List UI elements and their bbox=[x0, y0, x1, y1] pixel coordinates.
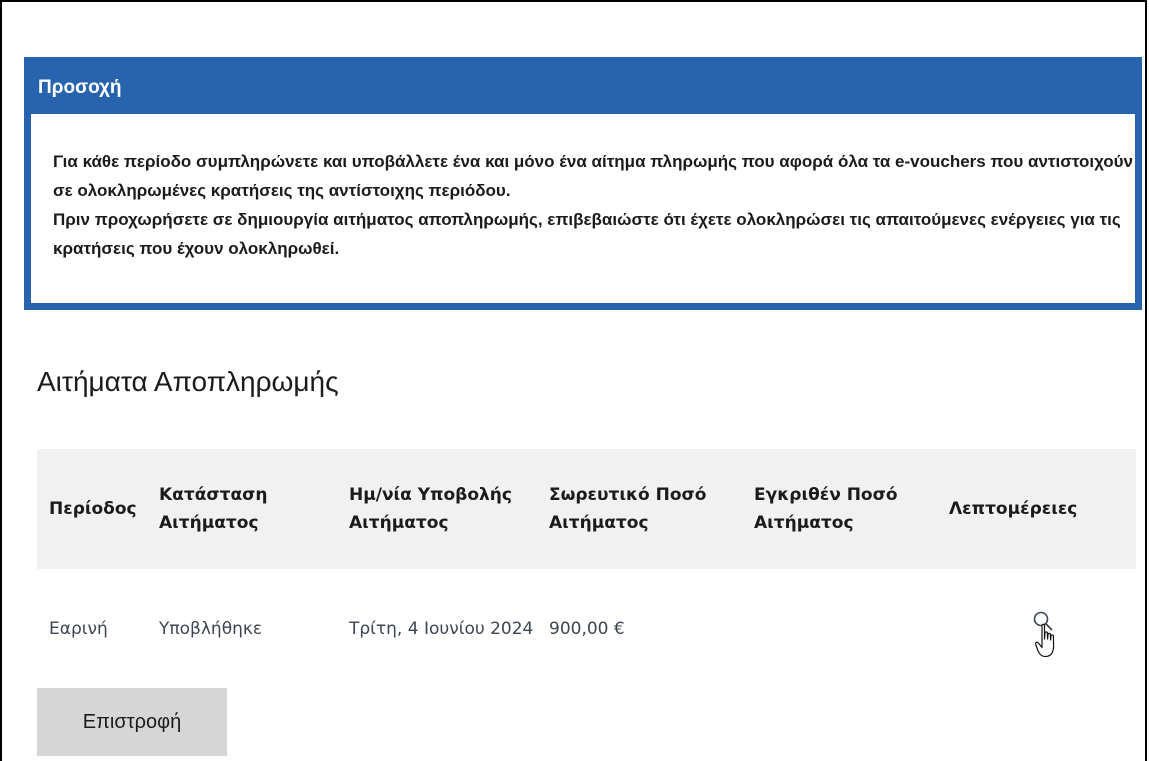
cell-submission-date: Τρίτη, 4 Ιουνίου 2024 bbox=[349, 619, 534, 639]
column-header-status: Κατάσταση Αιτήματος bbox=[159, 485, 268, 533]
cell-approved-amount bbox=[742, 569, 937, 689]
payment-requests-table: Περίοδος Κατάσταση Αιτήματος Ημ/νία Υποβ… bbox=[37, 449, 1136, 689]
column-header-submission-date: Ημ/νία Υποβολής Αιτήματος bbox=[349, 485, 512, 533]
notice-text-period: Για κάθε περίοδο συμπληρώνετε και υποβάλ… bbox=[53, 152, 1133, 200]
notice-text-requirements: Πριν προχωρήσετε σε δημιουργία αιτήματος… bbox=[53, 210, 1121, 258]
back-button[interactable]: Επιστροφή bbox=[37, 688, 227, 756]
column-header-approved-amount: Εγκριθέν Ποσό Αιτήματος bbox=[754, 485, 898, 533]
notice-title: Προσοχή bbox=[38, 77, 122, 98]
column-header-period: Περίοδος bbox=[49, 499, 137, 519]
cell-period: Εαρινή bbox=[49, 619, 108, 639]
column-header-cumulative-amount: Σωρευτικό Ποσό Αιτήματος bbox=[549, 485, 707, 533]
page-title: Αιτήματα Αποπληρωμής bbox=[37, 366, 339, 397]
table-header-row: Περίοδος Κατάσταση Αιτήματος Ημ/νία Υποβ… bbox=[37, 449, 1136, 569]
table-row: Εαρινή Υποβλήθηκε Τρίτη, 4 Ιουνίου 2024 … bbox=[37, 569, 1136, 689]
cell-status: Υποβλήθηκε bbox=[159, 619, 263, 639]
notice-body: Για κάθε περίοδο συμπληρώνετε και υποβάλ… bbox=[31, 114, 1135, 303]
hand-cursor-icon bbox=[1034, 622, 1060, 660]
cell-cumulative-amount: 900,00 € bbox=[549, 619, 625, 639]
column-header-details: Λεπτομέρειες bbox=[949, 499, 1078, 519]
